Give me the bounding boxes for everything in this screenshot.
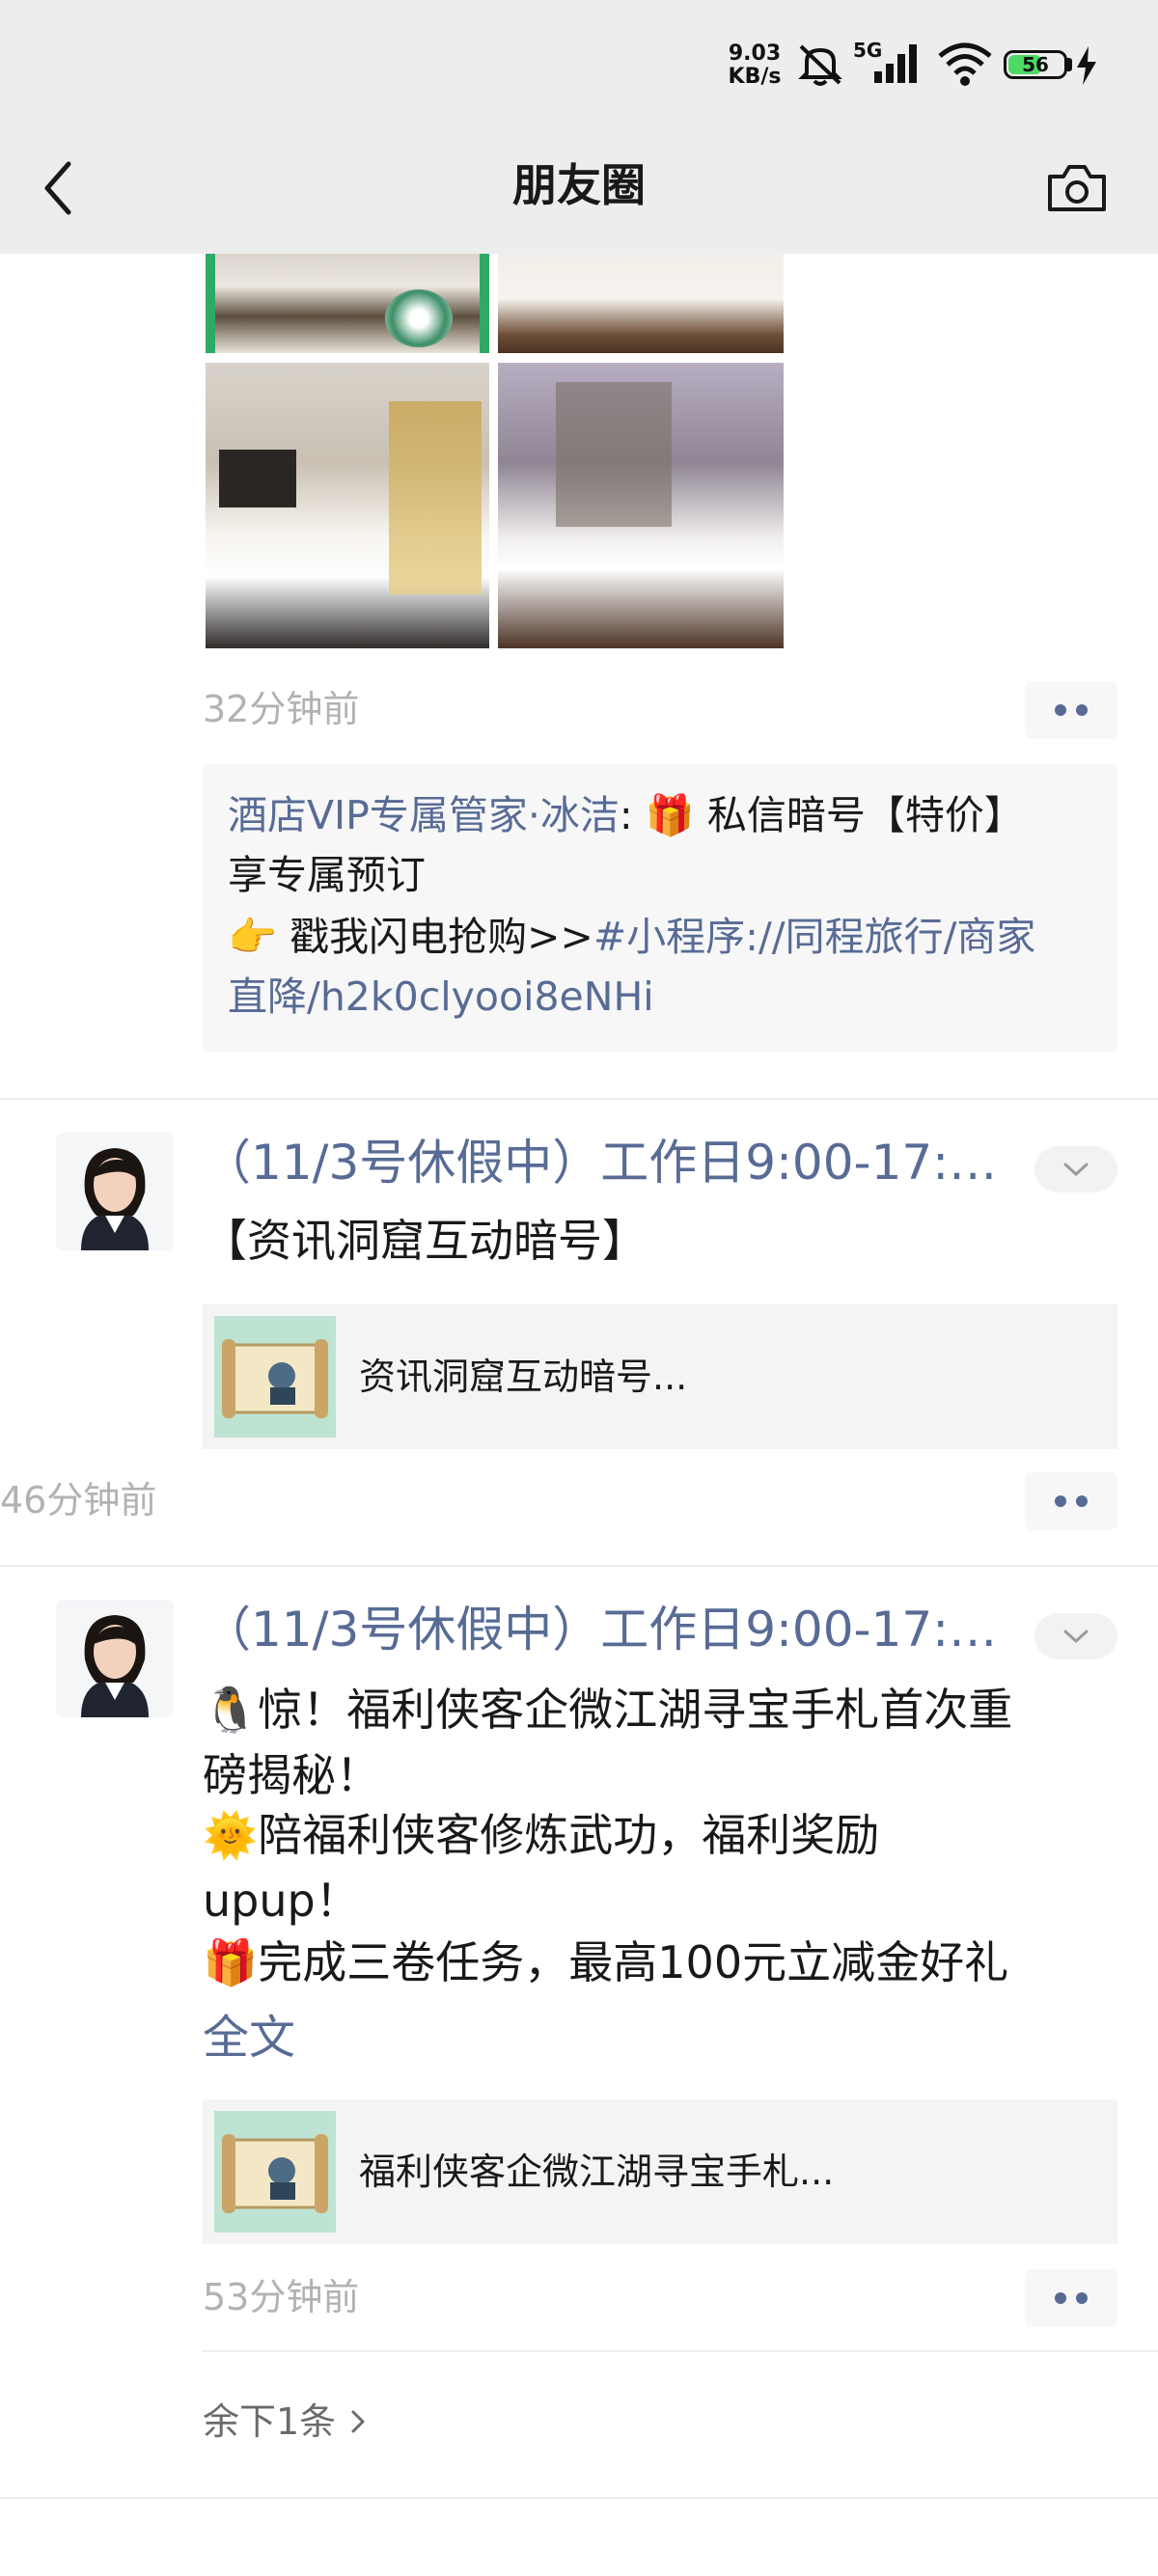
page-title: 朋友圈 (512, 159, 646, 211)
post-time: 53分钟前 (203, 2276, 360, 2318)
net-speed-value: 9.03 (728, 41, 782, 66)
avatar[interactable] (56, 1133, 174, 1250)
avatar[interactable] (56, 1600, 174, 1717)
link-thumbnail (214, 2111, 336, 2233)
top-bar: 9.03 KB/s 5G 56 朋友圈 (0, 0, 1158, 254)
sun-icon: 🌞 (203, 1809, 259, 1861)
pointing-hand-icon: 👉 (228, 914, 278, 960)
full-text-link[interactable]: 全文 (203, 2005, 295, 2070)
mini-program-link-continued[interactable]: 直降/h2k0clyooi8eNHi (228, 967, 654, 1027)
net-speed: 9.03 KB/s (726, 42, 784, 89)
wifi-icon (938, 42, 992, 86)
post-options-button[interactable] (1034, 1613, 1117, 1659)
scroll-illustration-icon (214, 1316, 336, 1438)
post-text-line: upup！ (203, 1875, 360, 1927)
status-bar: 9.03 KB/s 5G 56 (0, 0, 1158, 135)
charging-icon (1077, 46, 1096, 85)
post-text-segment: 完成三卷任务，最高100元立减金好礼 (258, 1936, 1009, 1988)
link-card[interactable]: 福利侠客企微江湖寻宝手札... (203, 2099, 1117, 2244)
chevron-right-icon (351, 2410, 365, 2433)
post-photo-4[interactable] (498, 363, 784, 648)
chevron-down-icon (1063, 1163, 1089, 1176)
comment-box: 酒店VIP专属管家·冰洁: 🎁 私信暗号【特价】 享专属预订 👉 戳我闪电抢购>… (203, 764, 1117, 1052)
divider (0, 1098, 1158, 1100)
signal-icon (874, 44, 917, 83)
post-text-line: 🌞陪福利侠客修炼武功，福利奖励 (203, 1802, 879, 1868)
post-text: 【资讯洞窟互动暗号】 (203, 1215, 647, 1267)
link-thumbnail (214, 1316, 336, 1438)
battery-icon: 56 (1004, 50, 1067, 79)
link-title: 资讯洞窟互动暗号... (359, 1356, 688, 1398)
mute-bell-icon (798, 44, 842, 86)
post-text-line: 🎁完成三卷任务，最高100元立减金好礼 (203, 1930, 1008, 1995)
show-remaining-label: 余下1条 (203, 2400, 337, 2443)
post-text-line: 🐧惊！福利侠客企微江湖寻宝手札首次重 (203, 1677, 1012, 1742)
comment-line-3: 👉 戳我闪电抢购>>#小程序://同程旅行/商家 (228, 907, 1035, 967)
post-author-name[interactable]: （11/3号休假中）工作日9:00-17:0... (203, 1129, 1004, 1196)
battery-level: 56 (1022, 53, 1049, 76)
comment-author[interactable]: 酒店VIP专属管家·冰洁 (228, 792, 620, 838)
camera-button[interactable] (1038, 154, 1116, 222)
dot-icon (1076, 1495, 1088, 1507)
battery-tip (1067, 58, 1072, 71)
post-text-line: 磅揭秘！ (203, 1749, 380, 1801)
chevron-down-icon (1063, 1630, 1089, 1643)
divider (0, 1565, 1158, 1567)
comment-line-1: 酒店VIP专属管家·冰洁: 🎁 私信暗号【特价】 (228, 785, 1024, 845)
more-actions-button[interactable] (1025, 681, 1117, 739)
comment-colon: : (619, 792, 646, 838)
divider (0, 2497, 1158, 2499)
avatar-portrait-icon (56, 1133, 174, 1250)
link-card[interactable]: 资讯洞窟互动暗号... (203, 1304, 1117, 1449)
comment-line-2: 享专属预订 (228, 852, 426, 898)
post-time: 46分钟前 (0, 1479, 157, 1521)
mini-program-link[interactable]: #小程序://同程旅行/商家 (593, 914, 1036, 960)
post-time: 32分钟前 (203, 688, 360, 730)
penguin-icon: 🐧 (203, 1684, 259, 1736)
dot-icon (1055, 704, 1066, 716)
gift-icon: 🎁 (645, 792, 695, 838)
more-actions-button[interactable] (1025, 1472, 1117, 1530)
gift-icon: 🎁 (203, 1936, 259, 1988)
post-photo-3[interactable] (206, 363, 489, 648)
link-title: 福利侠客企微江湖寻宝手札... (359, 2151, 835, 2193)
divider (203, 2350, 1158, 2352)
camera-icon (1048, 165, 1106, 211)
dot-icon (1076, 2292, 1088, 2304)
avatar-portrait-icon (56, 1600, 174, 1717)
post-text-segment: 惊！福利侠客企微江湖寻宝手札首次重 (258, 1684, 1013, 1736)
comment-text: 戳我闪电抢购>> (290, 914, 593, 960)
net-speed-unit: KB/s (728, 65, 782, 89)
scroll-illustration-icon (214, 2111, 336, 2233)
show-remaining-button[interactable]: 余下1条 (203, 2393, 367, 2451)
more-actions-button[interactable] (1025, 2269, 1117, 2327)
post-text-segment: 陪福利侠客修炼武功，福利奖励 (258, 1809, 880, 1861)
dot-icon (1076, 704, 1088, 716)
dot-icon (1055, 2292, 1066, 2304)
comment-text: 私信暗号【特价】 (706, 792, 1024, 838)
post-options-button[interactable] (1034, 1146, 1117, 1192)
post-author-name[interactable]: （11/3号休假中）工作日9:00-17:0... (203, 1596, 1004, 1663)
dot-icon (1055, 1495, 1066, 1507)
